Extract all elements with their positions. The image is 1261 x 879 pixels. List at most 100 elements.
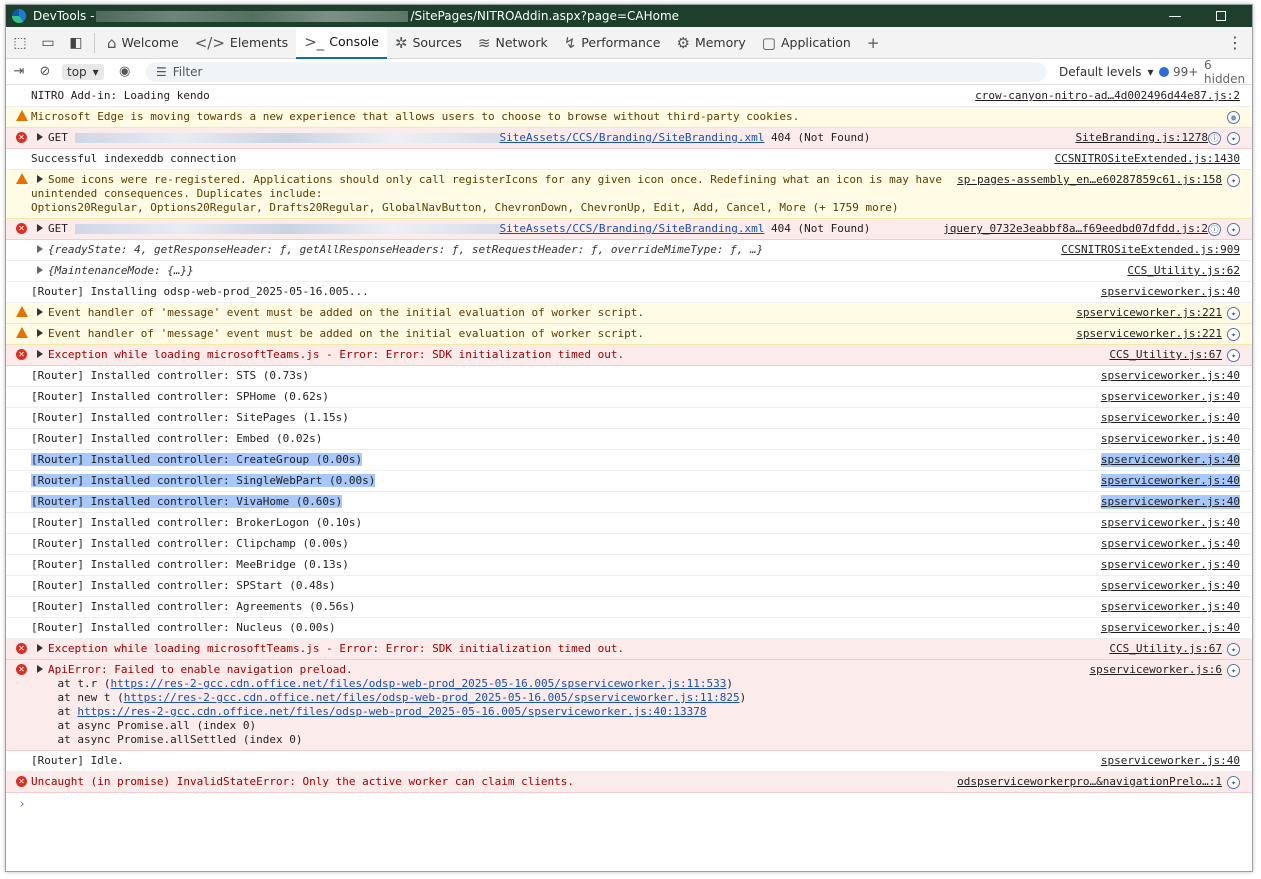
console-message[interactable]: [Router] Installed controller: MeeBridge… [6, 555, 1252, 576]
console-message[interactable]: [Router] Installed controller: CreateGro… [6, 450, 1252, 471]
source-link[interactable]: CCS_Utility.js:67 [1109, 348, 1222, 362]
source-link[interactable]: CCS_Utility.js:67 [1109, 642, 1222, 656]
source-link[interactable]: spserviceworker.js:221 [1076, 327, 1222, 341]
console-message[interactable]: [Router] Installed controller: Clipchamp… [6, 534, 1252, 555]
expand-triangle-icon[interactable] [37, 644, 43, 652]
clear-console-icon[interactable]: ⊘ [32, 64, 58, 79]
console-message[interactable]: [Router] Installed controller: Embed (0.… [6, 429, 1252, 450]
console-message[interactable]: ✕ GET SiteAssets/CCS/Branding/SiteBrandin… [6, 128, 1252, 149]
copilot-explain-icon[interactable]: ✦ [1227, 223, 1240, 236]
expand-triangle-icon[interactable] [37, 245, 43, 253]
expand-triangle-icon[interactable] [37, 329, 43, 337]
source-link[interactable]: spserviceworker.js:40 [1101, 369, 1240, 383]
console-message[interactable]: [Router] Installed controller: SingleWeb… [6, 471, 1252, 492]
source-link[interactable]: spserviceworker.js:40 [1101, 579, 1240, 593]
network-request-icon[interactable]: ⓘ [1208, 132, 1221, 145]
expand-triangle-icon[interactable] [37, 266, 43, 274]
console-message[interactable]: [Router] Installed controller: SitePages… [6, 408, 1252, 429]
tab-console[interactable]: >_ Console [296, 26, 387, 59]
console-message[interactable]: {readyState: 4, getResponseHeader: ƒ, ge… [6, 240, 1252, 261]
expand-triangle-icon[interactable] [37, 665, 43, 673]
source-link[interactable]: spserviceworker.js:40 [1101, 537, 1240, 551]
copilot-explain-icon[interactable]: ✦ [1227, 132, 1240, 145]
device-emulation-icon[interactable]: ▭ [34, 29, 62, 57]
source-link[interactable]: spserviceworker.js:40 [1101, 621, 1240, 635]
tab-welcome[interactable]: ⌂ Welcome [99, 27, 187, 59]
console-message[interactable]: [Router] Installed controller: Nucleus (… [6, 618, 1252, 639]
source-link[interactable]: spserviceworker.js:221 [1076, 306, 1222, 320]
console-message[interactable]: NITRO Add-in: Loading kendo crow-canyon-n… [6, 86, 1252, 107]
expand-triangle-icon[interactable] [37, 175, 43, 183]
dock-side-icon[interactable]: ◧ [62, 29, 90, 57]
network-request-icon[interactable]: ⓘ [1208, 223, 1221, 236]
expand-triangle-icon[interactable] [37, 224, 43, 232]
inspect-element-icon[interactable]: ⬚ [6, 29, 34, 57]
log-levels-dropdown[interactable]: Default levels ▾ [1059, 65, 1153, 79]
context-selector[interactable]: top ▾ [62, 63, 104, 80]
console-message[interactable]: [Router] Installed controller: Agreement… [6, 597, 1252, 618]
source-link[interactable]: spserviceworker.js:40 [1101, 285, 1240, 299]
source-link[interactable]: odspserviceworkerpro…&navigationPrelo…:1 [957, 775, 1222, 789]
console-message[interactable]: Successful indexeddb connection CCSNITROS… [6, 149, 1252, 170]
live-expression-eye-icon[interactable]: ◉ [112, 64, 138, 79]
source-link[interactable]: spserviceworker.js:40 [1101, 558, 1240, 572]
source-link[interactable]: crow-canyon-nitro-ad…4d002496d44e87.js:2 [975, 89, 1240, 103]
tab-memory[interactable]: ⚙ Memory [669, 27, 754, 59]
source-link[interactable]: spserviceworker.js:40 [1101, 754, 1240, 768]
source-link[interactable]: spserviceworker.js:40 [1100, 453, 1240, 467]
console-message[interactable]: ✕ ApiError: Failed to enable navigation p… [6, 660, 1252, 751]
console-message[interactable]: [Router] Installed controller: SPHome (0… [6, 387, 1252, 408]
console-message[interactable]: ✕ Uncaught (in promise) InvalidStateError… [6, 772, 1252, 793]
copilot-explain-icon[interactable]: ✦ [1227, 174, 1240, 187]
source-link[interactable]: spserviceworker.js:40 [1100, 495, 1240, 509]
tab-network[interactable]: ≋ Network [470, 27, 556, 59]
minimize-button[interactable]: — [1152, 5, 1198, 27]
maximize-button[interactable] [1198, 5, 1244, 27]
expand-triangle-icon[interactable] [37, 350, 43, 358]
add-tab-button[interactable]: + [859, 27, 888, 59]
filter-input[interactable]: ☰ Filter [146, 61, 1046, 82]
console-message[interactable]: Some icons were re-registered. Applicati… [6, 170, 1252, 219]
console-message[interactable]: [Router] Installed controller: VivaHome … [6, 492, 1252, 513]
source-link[interactable]: spserviceworker.js:40 [1101, 411, 1240, 425]
console-message[interactable]: ✕ Exception while loading microsoftTeams.… [6, 345, 1252, 366]
console-message[interactable]: ✕ Exception while loading microsoftTeams.… [6, 639, 1252, 660]
copilot-explain-icon[interactable]: ✦ [1227, 349, 1240, 362]
source-link[interactable]: spserviceworker.js:40 [1101, 432, 1240, 446]
source-link[interactable]: spserviceworker.js:6 [1090, 663, 1222, 677]
source-link[interactable]: spserviceworker.js:40 [1101, 390, 1240, 404]
source-link[interactable]: CCSNITROSiteExtended.js:1430 [1055, 152, 1240, 166]
stack-link[interactable]: https://res-2-gcc.cdn.office.net/files/o… [124, 691, 740, 704]
tab-sources[interactable]: ✲ Sources [387, 27, 470, 59]
copilot-explain-icon[interactable]: ✦ [1227, 328, 1240, 341]
source-link[interactable]: CCS_Utility.js:62 [1127, 264, 1240, 278]
console-message[interactable]: ✕ GET SiteAssets/CCS/Branding/SiteBrandin… [6, 219, 1252, 240]
console-message[interactable]: [Router] Installed controller: BrokerLog… [6, 513, 1252, 534]
tab-performance[interactable]: ↯ Performance [556, 27, 669, 59]
console-message[interactable]: [Router] Installed controller: STS (0.73… [6, 366, 1252, 387]
console-prompt[interactable]: › [6, 793, 1252, 816]
resource-link[interactable]: SiteAssets/CCS/Branding/SiteBranding.xml [500, 222, 765, 235]
console-message[interactable]: [Router] Installed controller: SPStart (… [6, 576, 1252, 597]
sidebar-toggle-icon[interactable]: ⇥ [6, 64, 32, 79]
copilot-explain-icon[interactable]: ✦ [1227, 307, 1240, 320]
console-message[interactable]: {MaintenanceMode: {…}} CCS_Utility.js:62 [6, 261, 1252, 282]
cookie-icon[interactable]: ◍ [1227, 111, 1240, 124]
source-link[interactable]: sp-pages-assembly_en…e60287859c61.js:158 [957, 173, 1222, 187]
copilot-explain-icon[interactable]: ✦ [1227, 776, 1240, 789]
resource-link[interactable]: SiteAssets/CCS/Branding/SiteBranding.xml [500, 131, 765, 144]
issues-counter[interactable]: 99+ [1159, 65, 1198, 79]
expand-triangle-icon[interactable] [37, 308, 43, 316]
source-link[interactable]: CCSNITROSiteExtended.js:909 [1061, 243, 1240, 257]
stack-link[interactable]: https://res-2-gcc.cdn.office.net/files/o… [110, 677, 726, 690]
source-link[interactable]: spserviceworker.js:40 [1101, 600, 1240, 614]
stack-link[interactable]: https://res-2-gcc.cdn.office.net/files/o… [77, 705, 706, 718]
source-link[interactable]: SiteBranding.js:1278 [1076, 131, 1208, 145]
console-message[interactable]: Event handler of 'message' event must be… [6, 303, 1252, 324]
copilot-explain-icon[interactable]: ✦ [1227, 643, 1240, 656]
console-message[interactable]: Event handler of 'message' event must be… [6, 324, 1252, 345]
source-link[interactable]: spserviceworker.js:40 [1100, 474, 1240, 488]
console-message[interactable]: [Router] Idle. spserviceworker.js:40 [6, 751, 1252, 772]
console-message[interactable]: Microsoft Edge is moving towards a new e… [6, 107, 1252, 128]
source-link[interactable]: jquery_0732e3eabbf8a…f69eedbd07dfdd.js:2 [943, 222, 1208, 236]
